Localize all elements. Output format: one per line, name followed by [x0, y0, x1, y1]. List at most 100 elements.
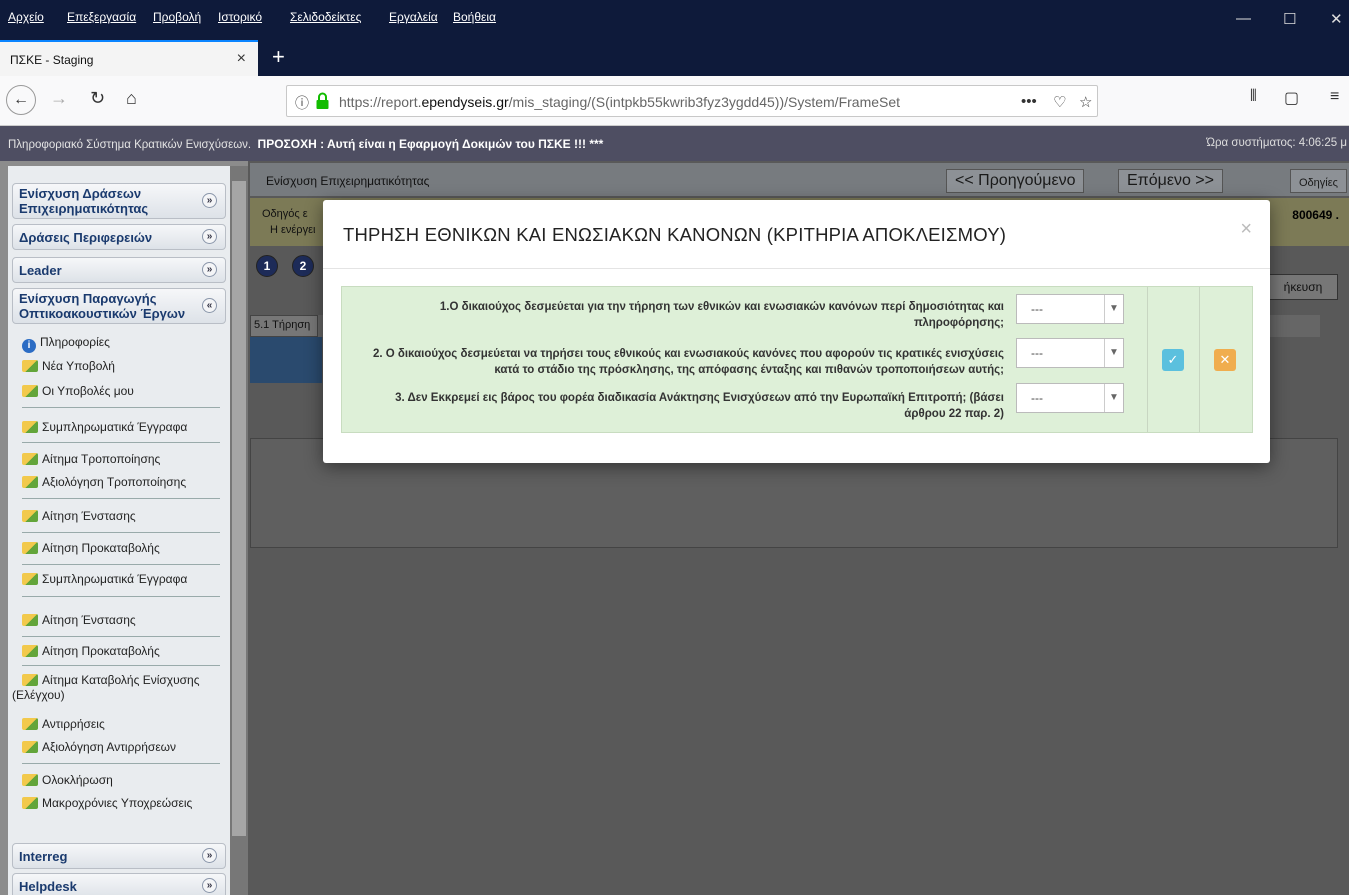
menu-help[interactable]: Βοήθεια — [453, 10, 496, 24]
modal-close-icon[interactable]: × — [1240, 218, 1252, 241]
chevron-down-icon[interactable]: ▼ — [1104, 295, 1123, 323]
back-icon[interactable]: ← — [6, 85, 36, 115]
close-window-icon[interactable]: ✕ — [1330, 10, 1343, 28]
chevron-down-icon[interactable]: » — [202, 878, 217, 893]
folder-icon — [22, 360, 38, 372]
forward-icon[interactable]: → — [50, 88, 68, 109]
hamburger-menu-icon[interactable]: ≡ — [1330, 88, 1339, 106]
tab-bar: ΠΣΚΕ - Staging × + — [0, 40, 1349, 76]
page-actions-icon[interactable]: ••• — [1021, 93, 1037, 110]
prev-button[interactable]: << Προηγούμενο — [946, 169, 1085, 193]
menu-tools[interactable]: Εργαλεία — [389, 10, 438, 24]
column-divider — [1199, 287, 1200, 432]
sidebar-item-objections[interactable]: Αντιρρήσεις — [22, 717, 222, 732]
active-text: Η ενέργει — [270, 224, 316, 236]
menu-edit[interactable]: Επεξεργασία — [67, 10, 136, 24]
sidebar-item-advance-payment-2[interactable]: Αίτηση Προκαταβολής — [22, 644, 222, 659]
sidebar-item-amendment-evaluation[interactable]: Αξιολόγηση Τροποποίησης — [22, 475, 222, 490]
divider — [22, 596, 220, 597]
bookmark-star-icon[interactable]: ☆ — [1079, 93, 1092, 111]
sidebar-item-payment-request[interactable]: Αίτημα Καταβολής Ενίσχυσης (Ελέγχου) — [12, 673, 218, 703]
divider — [22, 407, 220, 408]
home-icon[interactable]: ⌂ — [126, 88, 137, 109]
menu-history[interactable]: Ιστορικό — [218, 10, 262, 24]
tab-section-5-1[interactable]: 5.1 Τήρηση — [250, 315, 318, 337]
question-1: 1.Ο δικαιούχος δεσμεύεται για την τήρηση… — [439, 301, 1004, 329]
chevron-down-icon[interactable]: » — [202, 193, 217, 208]
maximize-icon[interactable]: ☐ — [1283, 10, 1296, 28]
sidebar-toggle-icon[interactable]: ▢ — [1284, 88, 1299, 108]
question-1-select[interactable]: --- ▼ — [1016, 294, 1124, 324]
sidebar-item-info[interactable]: i Πληροφορίες — [22, 335, 222, 353]
chevron-down-icon[interactable]: » — [202, 229, 217, 244]
nav-bar: ← → ↻ ⌂ ⓘ https://report.ependyseis.gr/m… — [0, 76, 1349, 126]
system-name: Πληροφοριακό Σύστημα Κρατικών Ενισχύσεων… — [8, 139, 252, 151]
step-2-icon[interactable]: 2 — [292, 255, 314, 277]
application-code: 800649 . — [1292, 208, 1339, 222]
section-regions[interactable]: Δράσεις Περιφερειών» — [12, 224, 226, 250]
menu-bookmarks[interactable]: Σελιδοδείκτες — [290, 10, 361, 24]
folder-icon — [22, 573, 38, 585]
modal-divider — [323, 268, 1270, 269]
close-tab-icon[interactable]: × — [237, 50, 246, 68]
divider — [22, 564, 220, 565]
sidebar-item-amendment-request[interactable]: Αίτημα Τροποποίησης — [22, 452, 222, 467]
section-leader[interactable]: Leader» — [12, 257, 226, 283]
chevron-down-icon[interactable]: ▼ — [1104, 384, 1123, 412]
sidebar-item-my-submissions[interactable]: Οι Υποβολές μου — [22, 384, 222, 399]
browser-tab[interactable]: ΠΣΚΕ - Staging × — [0, 40, 258, 76]
sidebar-item-objection-2[interactable]: Αίτηση Ένστασης — [22, 613, 222, 628]
lock-icon — [316, 92, 329, 109]
folder-icon — [22, 718, 38, 730]
chevron-down-icon[interactable]: ▼ — [1104, 339, 1123, 367]
menu-view[interactable]: Προβολή — [153, 10, 201, 24]
save-button[interactable]: ήκευση — [1268, 274, 1338, 300]
sidebar-item-supplementary-docs-2[interactable]: Συμπληρωματικά Έγγραφα — [22, 572, 222, 587]
section-audiovisual[interactable]: Ενίσχυση Παραγωγής Οπτικοακουστικών Έργω… — [12, 288, 226, 324]
folder-icon — [22, 645, 38, 657]
sidebar: Ενίσχυση Δράσεων Επιχειρηματικότητας» Δρ… — [0, 161, 248, 895]
minimize-icon[interactable]: — — [1236, 10, 1251, 27]
modal-title: ΤΗΡΗΣΗ ΕΘΝΙΚΩΝ ΚΑΙ ΕΝΩΣΙΑΚΩΝ ΚΑΝΟΝΩΝ (ΚΡ… — [343, 224, 1007, 245]
save-icon[interactable]: ✓ — [1162, 349, 1184, 371]
folder-icon — [22, 741, 38, 753]
divider — [22, 763, 220, 764]
guide-text: Οδηγός ε — [262, 208, 308, 220]
menu-file[interactable]: Αρχείο — [8, 10, 44, 24]
help-button[interactable]: Οδηγίες — [1290, 169, 1347, 193]
folder-icon — [22, 476, 38, 488]
section-entrepreneurship[interactable]: Ενίσχυση Δράσεων Επιχειρηματικότητας» — [12, 183, 226, 219]
section-helpdesk[interactable]: Helpdesk» — [12, 873, 226, 895]
sidebar-item-objection[interactable]: Αίτηση Ένστασης — [22, 509, 222, 524]
sidebar-item-long-term-obligations[interactable]: Μακροχρόνιες Υποχρεώσεις — [22, 796, 222, 811]
chevron-up-icon[interactable]: « — [202, 298, 217, 313]
sidebar-item-objections-evaluation[interactable]: Αξιολόγηση Αντιρρήσεων — [22, 740, 222, 755]
question-2-select[interactable]: --- ▼ — [1016, 338, 1124, 368]
cancel-icon[interactable]: ✕ — [1214, 349, 1236, 371]
page-title: Ενίσχυση Επιχειρηματικότητας — [266, 174, 430, 188]
sidebar-item-completion[interactable]: Ολοκλήρωση — [22, 773, 222, 788]
criteria-table: 1.Ο δικαιούχος δεσμεύεται για την τήρηση… — [341, 286, 1253, 433]
chevron-down-icon[interactable]: » — [202, 848, 217, 863]
sidebar-item-new-submission[interactable]: Νέα Υποβολή — [22, 359, 222, 374]
sidebar-scrollbar-thumb[interactable] — [232, 181, 246, 836]
library-icon[interactable]: ⫴ — [1250, 88, 1257, 106]
sidebar-item-advance-payment[interactable]: Αίτηση Προκαταβολής — [22, 541, 222, 556]
sidebar-item-supplementary-docs[interactable]: Συμπληρωματικά Έγγραφα — [22, 420, 222, 435]
question-3-select[interactable]: --- ▼ — [1016, 383, 1124, 413]
pocket-icon[interactable]: ♡ — [1053, 93, 1066, 111]
divider — [22, 636, 220, 637]
exclusion-criteria-modal: ΤΗΡΗΣΗ ΕΘΝΙΚΩΝ ΚΑΙ ΕΝΩΣΙΑΚΩΝ ΚΑΝΟΝΩΝ (ΚΡ… — [323, 200, 1270, 463]
new-tab-icon[interactable]: + — [272, 44, 285, 70]
divider — [22, 498, 220, 499]
chevron-down-icon[interactable]: » — [202, 262, 217, 277]
section-interreg[interactable]: Interreg» — [12, 843, 226, 869]
next-button[interactable]: Επόμενο >> — [1118, 169, 1223, 193]
info-icon[interactable]: ⓘ — [295, 93, 309, 113]
url-bar[interactable]: ⓘ https://report.ependyseis.gr/mis_stagi… — [286, 85, 1098, 117]
step-1-icon[interactable]: 1 — [256, 255, 278, 277]
reload-icon[interactable]: ↻ — [90, 88, 105, 109]
system-time: Ώρα συστήματος: 4:06:25 μ — [1206, 137, 1347, 149]
folder-icon — [22, 542, 38, 554]
system-info-bar: Πληροφοριακό Σύστημα Κρατικών Ενισχύσεων… — [0, 126, 1349, 161]
